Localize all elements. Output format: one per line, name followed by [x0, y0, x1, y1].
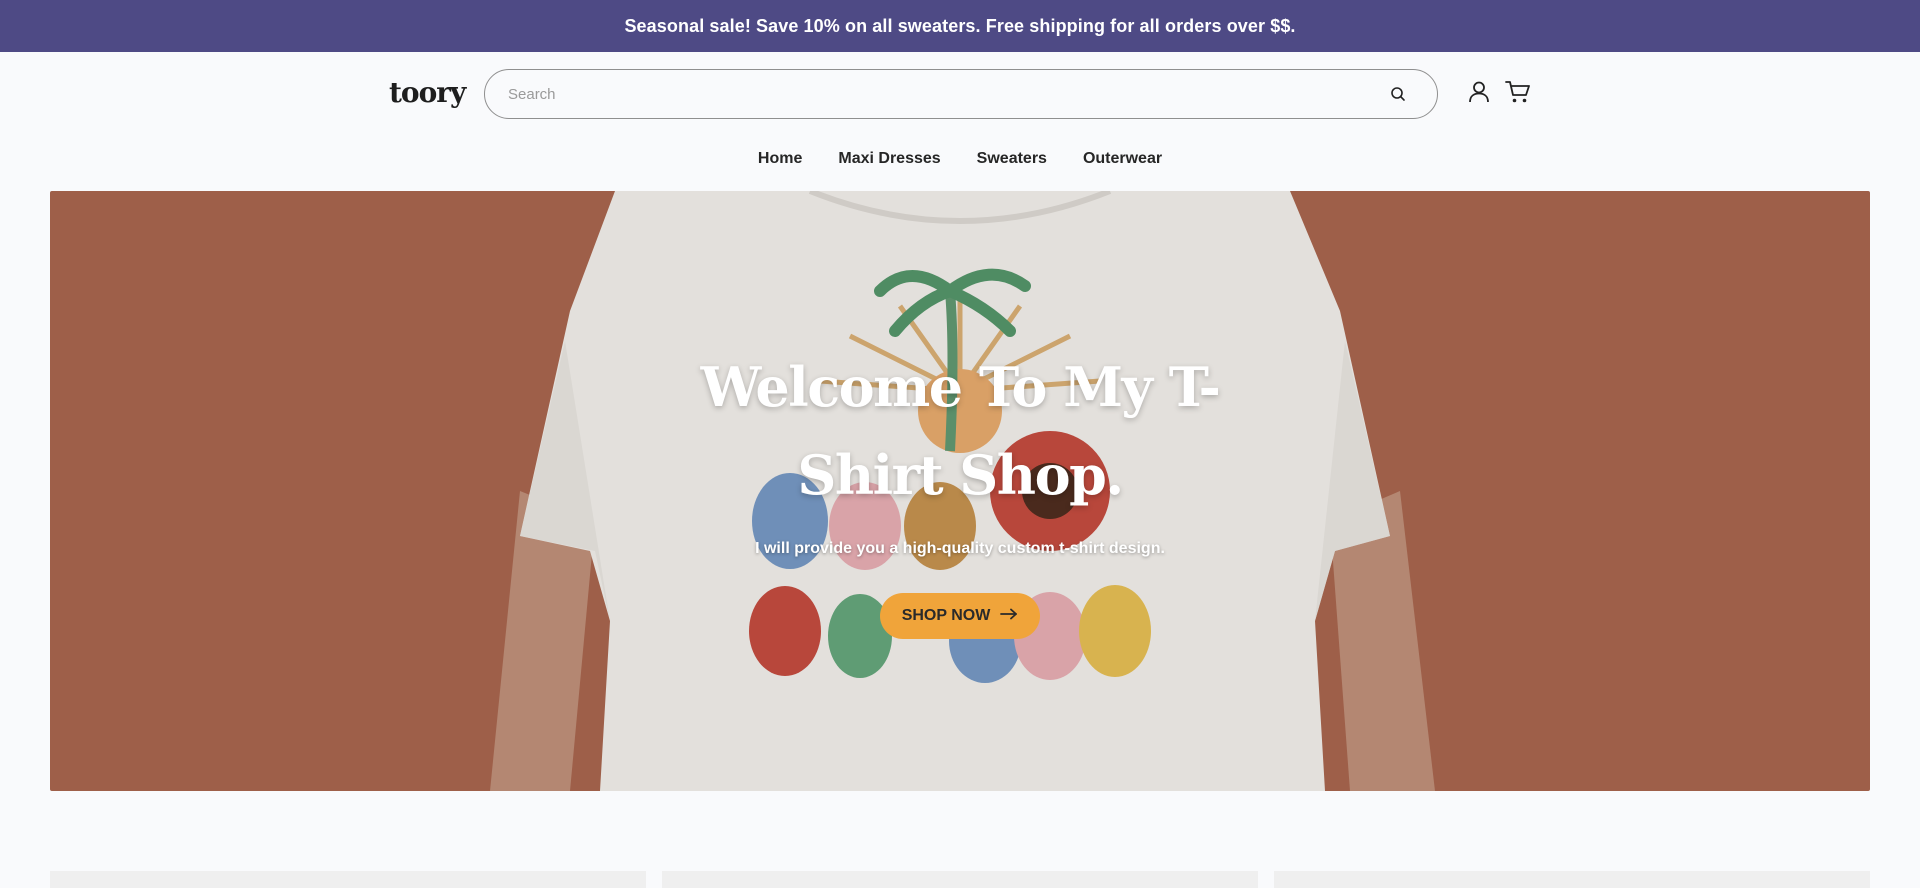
- nav-item-home[interactable]: Home: [758, 150, 802, 176]
- collection-card[interactable]: [50, 871, 646, 888]
- arrow-right-icon: [1000, 607, 1018, 625]
- nav-item-outerwear[interactable]: Outerwear: [1083, 150, 1162, 176]
- nav-item-maxi-dresses[interactable]: Maxi Dresses: [838, 150, 940, 176]
- announcement-text: Seasonal sale! Save 10% on all sweaters.…: [624, 15, 1296, 36]
- hero-title: Welcome To My T-Shirt Shop.: [700, 355, 1221, 507]
- search-bar: [484, 69, 1438, 119]
- hero-subtitle: I will provide you a high-quality custom…: [755, 540, 1165, 557]
- account-icon[interactable]: [1467, 80, 1491, 104]
- shop-now-button[interactable]: SHOP NOW: [880, 593, 1040, 639]
- announcement-bar: Seasonal sale! Save 10% on all sweaters.…: [0, 0, 1920, 52]
- search-icon[interactable]: [1389, 85, 1407, 103]
- collection-card[interactable]: [1274, 871, 1870, 888]
- search-input[interactable]: [485, 70, 1365, 118]
- main-nav: Home Maxi Dresses Sweaters Outerwear: [0, 150, 1920, 176]
- store-logo[interactable]: toory: [389, 76, 466, 109]
- cart-icon[interactable]: [1505, 80, 1531, 104]
- nav-item-sweaters[interactable]: Sweaters: [977, 150, 1047, 176]
- shop-now-label: SHOP NOW: [901, 607, 991, 624]
- hero-banner: Welcome To My T-Shirt Shop. I will provi…: [50, 191, 1870, 791]
- collection-card[interactable]: [662, 871, 1258, 888]
